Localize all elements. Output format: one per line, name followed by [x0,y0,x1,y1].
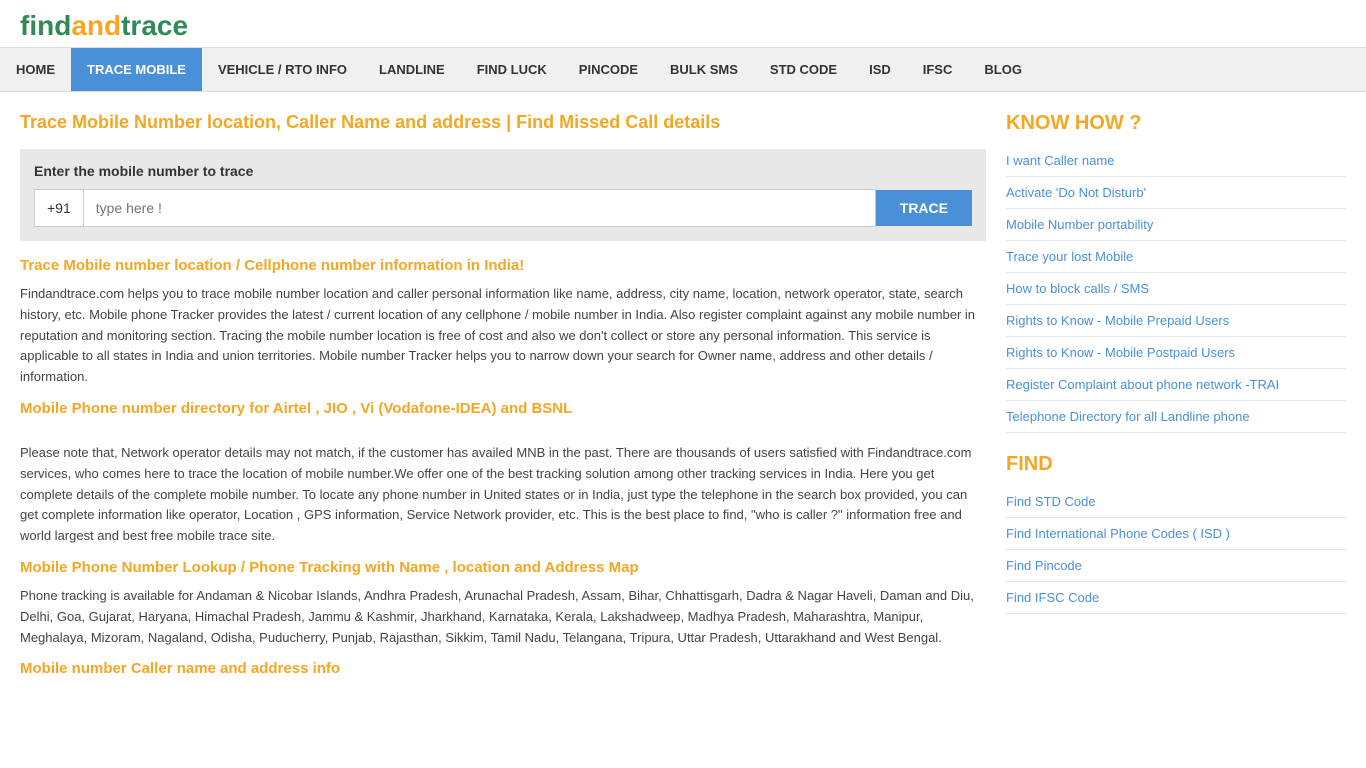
sidebar-link-portability[interactable]: Mobile Number portability [1006,209,1346,241]
section1-text: Findandtrace.com helps you to trace mobi… [20,284,986,388]
nav-home[interactable]: HOME [0,48,71,91]
search-input[interactable] [83,189,876,227]
section1-link[interactable]: Mobile Phone number directory for Airtel… [20,400,986,417]
section1-heading: Trace Mobile number location / Cellphone… [20,257,986,274]
nav-pincode[interactable]: PINCODE [563,48,654,91]
nav-isd[interactable]: ISD [853,48,907,91]
page-title: Trace Mobile Number location, Caller Nam… [20,112,986,133]
nav-landline[interactable]: LANDLINE [363,48,461,91]
logo-trace: trace [121,10,188,41]
find-section: FIND Find STD Code Find International Ph… [1006,453,1346,614]
section3-text: Phone tracking is available for Andaman … [20,586,986,648]
nav-blog[interactable]: BLOG [968,48,1038,91]
sidebar-link-postpaid-rights[interactable]: Rights to Know - Mobile Postpaid Users [1006,337,1346,369]
search-label: Enter the mobile number to trace [34,163,972,179]
nav-find-luck[interactable]: FIND LUCK [461,48,563,91]
sidebar-link-caller-name[interactable]: I want Caller name [1006,145,1346,177]
nav-trace-mobile[interactable]: TRACE MOBILE [71,48,202,91]
sidebar-link-block-calls[interactable]: How to block calls / SMS [1006,273,1346,305]
nav-vehicle-rto[interactable]: VEHICLE / RTO INFO [202,48,363,91]
country-code: +91 [34,189,83,227]
know-how-title: KNOW HOW ? [1006,112,1346,135]
main-content: Trace Mobile Number location, Caller Nam… [20,112,986,687]
sidebar-link-dnd[interactable]: Activate 'Do Not Disturb' [1006,177,1346,209]
site-logo: findandtrace [20,10,1346,42]
sidebar-link-lost-mobile[interactable]: Trace your lost Mobile [1006,241,1346,273]
sidebar-link-register-complaint[interactable]: Register Complaint about phone network -… [1006,369,1346,401]
sidebar: KNOW HOW ? I want Caller name Activate '… [1006,112,1346,687]
sidebar-link-ifsc-code[interactable]: Find IFSC Code [1006,582,1346,614]
nav-bulk-sms[interactable]: BULK SMS [654,48,754,91]
nav-std-code[interactable]: STD CODE [754,48,853,91]
logo-and: and [71,10,121,41]
sidebar-link-pincode[interactable]: Find Pincode [1006,550,1346,582]
sidebar-link-isd-codes[interactable]: Find International Phone Codes ( ISD ) [1006,518,1346,550]
nav-ifsc[interactable]: IFSC [907,48,969,91]
search-box: Enter the mobile number to trace +91 TRA… [20,149,986,241]
trace-button[interactable]: TRACE [876,190,972,226]
logo-find: find [20,10,71,41]
main-nav: HOME TRACE MOBILE VEHICLE / RTO INFO LAN… [0,47,1366,92]
sidebar-link-telephone-directory[interactable]: Telephone Directory for all Landline pho… [1006,401,1346,433]
section4-heading: Mobile number Caller name and address in… [20,660,986,677]
section3-heading: Mobile Phone Number Lookup / Phone Track… [20,559,986,576]
sidebar-link-std-code[interactable]: Find STD Code [1006,486,1346,518]
sidebar-link-prepaid-rights[interactable]: Rights to Know - Mobile Prepaid Users [1006,305,1346,337]
know-how-section: KNOW HOW ? I want Caller name Activate '… [1006,112,1346,433]
section2-text: Please note that, Network operator detai… [20,443,986,547]
find-title: FIND [1006,453,1346,476]
